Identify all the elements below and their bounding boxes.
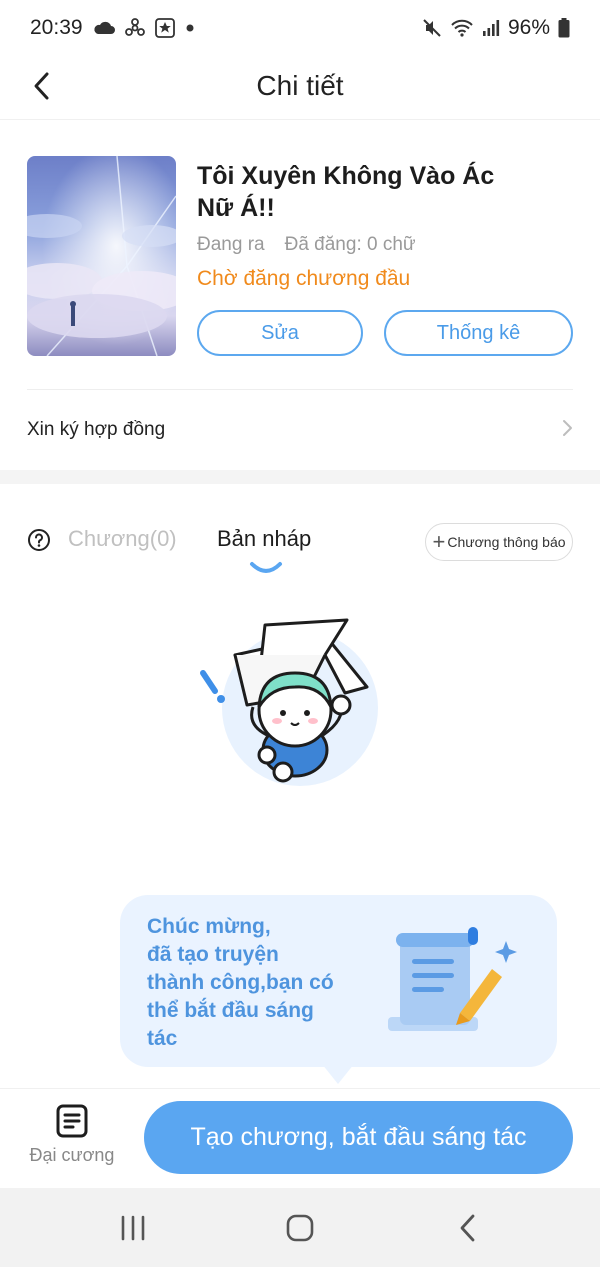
success-tooltip: Chúc mừng, đã tạo truyện thành công,bạn … (120, 895, 557, 1067)
status-right: 96% (422, 16, 570, 40)
contract-row[interactable]: Xin ký hợp đồng (0, 390, 600, 470)
tooltip-text: Chúc mừng, đã tạo truyện thành công,bạn … (147, 915, 334, 1049)
system-back-button[interactable] (448, 1208, 488, 1248)
outline-button[interactable]: Đại cương (20, 1103, 124, 1175)
contract-label: Xin ký hợp đồng (27, 419, 166, 440)
wifi-icon (450, 18, 474, 38)
book-card: Tôi Xuyên Không Vào Ác Nữ Á!! Đang ra Đã… (0, 120, 600, 470)
app-badge-icon (154, 18, 175, 38)
signal-icon (482, 19, 500, 37)
fan-icon (124, 18, 145, 38)
cloud-icon (93, 21, 115, 35)
tabs-row: Chương(0) Bản nháp + Chương thông báo (0, 510, 600, 574)
scroll-pen-icon (382, 925, 522, 1035)
book-title: Tôi Xuyên Không Vào Ác Nữ Á!! (197, 162, 495, 222)
recent-apps-button[interactable] (113, 1208, 153, 1248)
home-button[interactable] (280, 1208, 320, 1248)
stats-button[interactable]: Thống kê (384, 310, 573, 356)
pending-notice: Chờ đăng chương đầu (197, 267, 411, 290)
document-list-icon (56, 1104, 88, 1138)
status-bar: 20:39 96% (0, 0, 600, 56)
active-tab-indicator (248, 560, 284, 576)
cover-art (27, 156, 176, 356)
book-cover[interactable] (27, 156, 176, 356)
tab-chapters[interactable]: Chương(0) (68, 526, 177, 552)
battery-percent: 96% (507, 16, 550, 39)
page-title: Chi tiết (256, 70, 344, 101)
book-word-count: Đã đăng: 0 chữ (284, 234, 416, 255)
empty-state-illustration (195, 615, 395, 790)
chevron-right-icon (561, 419, 573, 442)
mute-icon (422, 18, 442, 38)
section-separator (0, 470, 600, 484)
back-arrow-icon (460, 1214, 475, 1242)
bottom-action-bar: Đại cương Tạo chương, bắt đầu sáng tác (0, 1088, 600, 1188)
book-status: Đang ra (197, 234, 265, 255)
add-notice-chapter-button[interactable]: + Chương thông báo (425, 523, 573, 561)
app-header: Chi tiết (0, 56, 600, 120)
edit-button[interactable]: Sửa (197, 310, 363, 356)
outline-label: Đại cương (29, 1145, 115, 1165)
book-meta: Đang ra Đã đăng: 0 chữ (197, 234, 416, 256)
battery-icon (558, 18, 570, 38)
home-icon (286, 1214, 314, 1242)
status-left: 20:39 (30, 16, 195, 40)
recent-apps-icon (121, 1215, 145, 1241)
tab-drafts[interactable]: Bản nháp (217, 526, 311, 552)
system-nav-bar (0, 1188, 600, 1267)
tooltip-tail (322, 1064, 354, 1084)
create-chapter-button[interactable]: Tạo chương, bắt đầu sáng tác (144, 1101, 573, 1174)
dot-icon (185, 23, 195, 33)
plus-icon: + (432, 529, 446, 554)
help-icon[interactable] (27, 528, 51, 552)
notice-button-label: Chương thông báo (447, 534, 566, 550)
status-time: 20:39 (30, 16, 83, 39)
